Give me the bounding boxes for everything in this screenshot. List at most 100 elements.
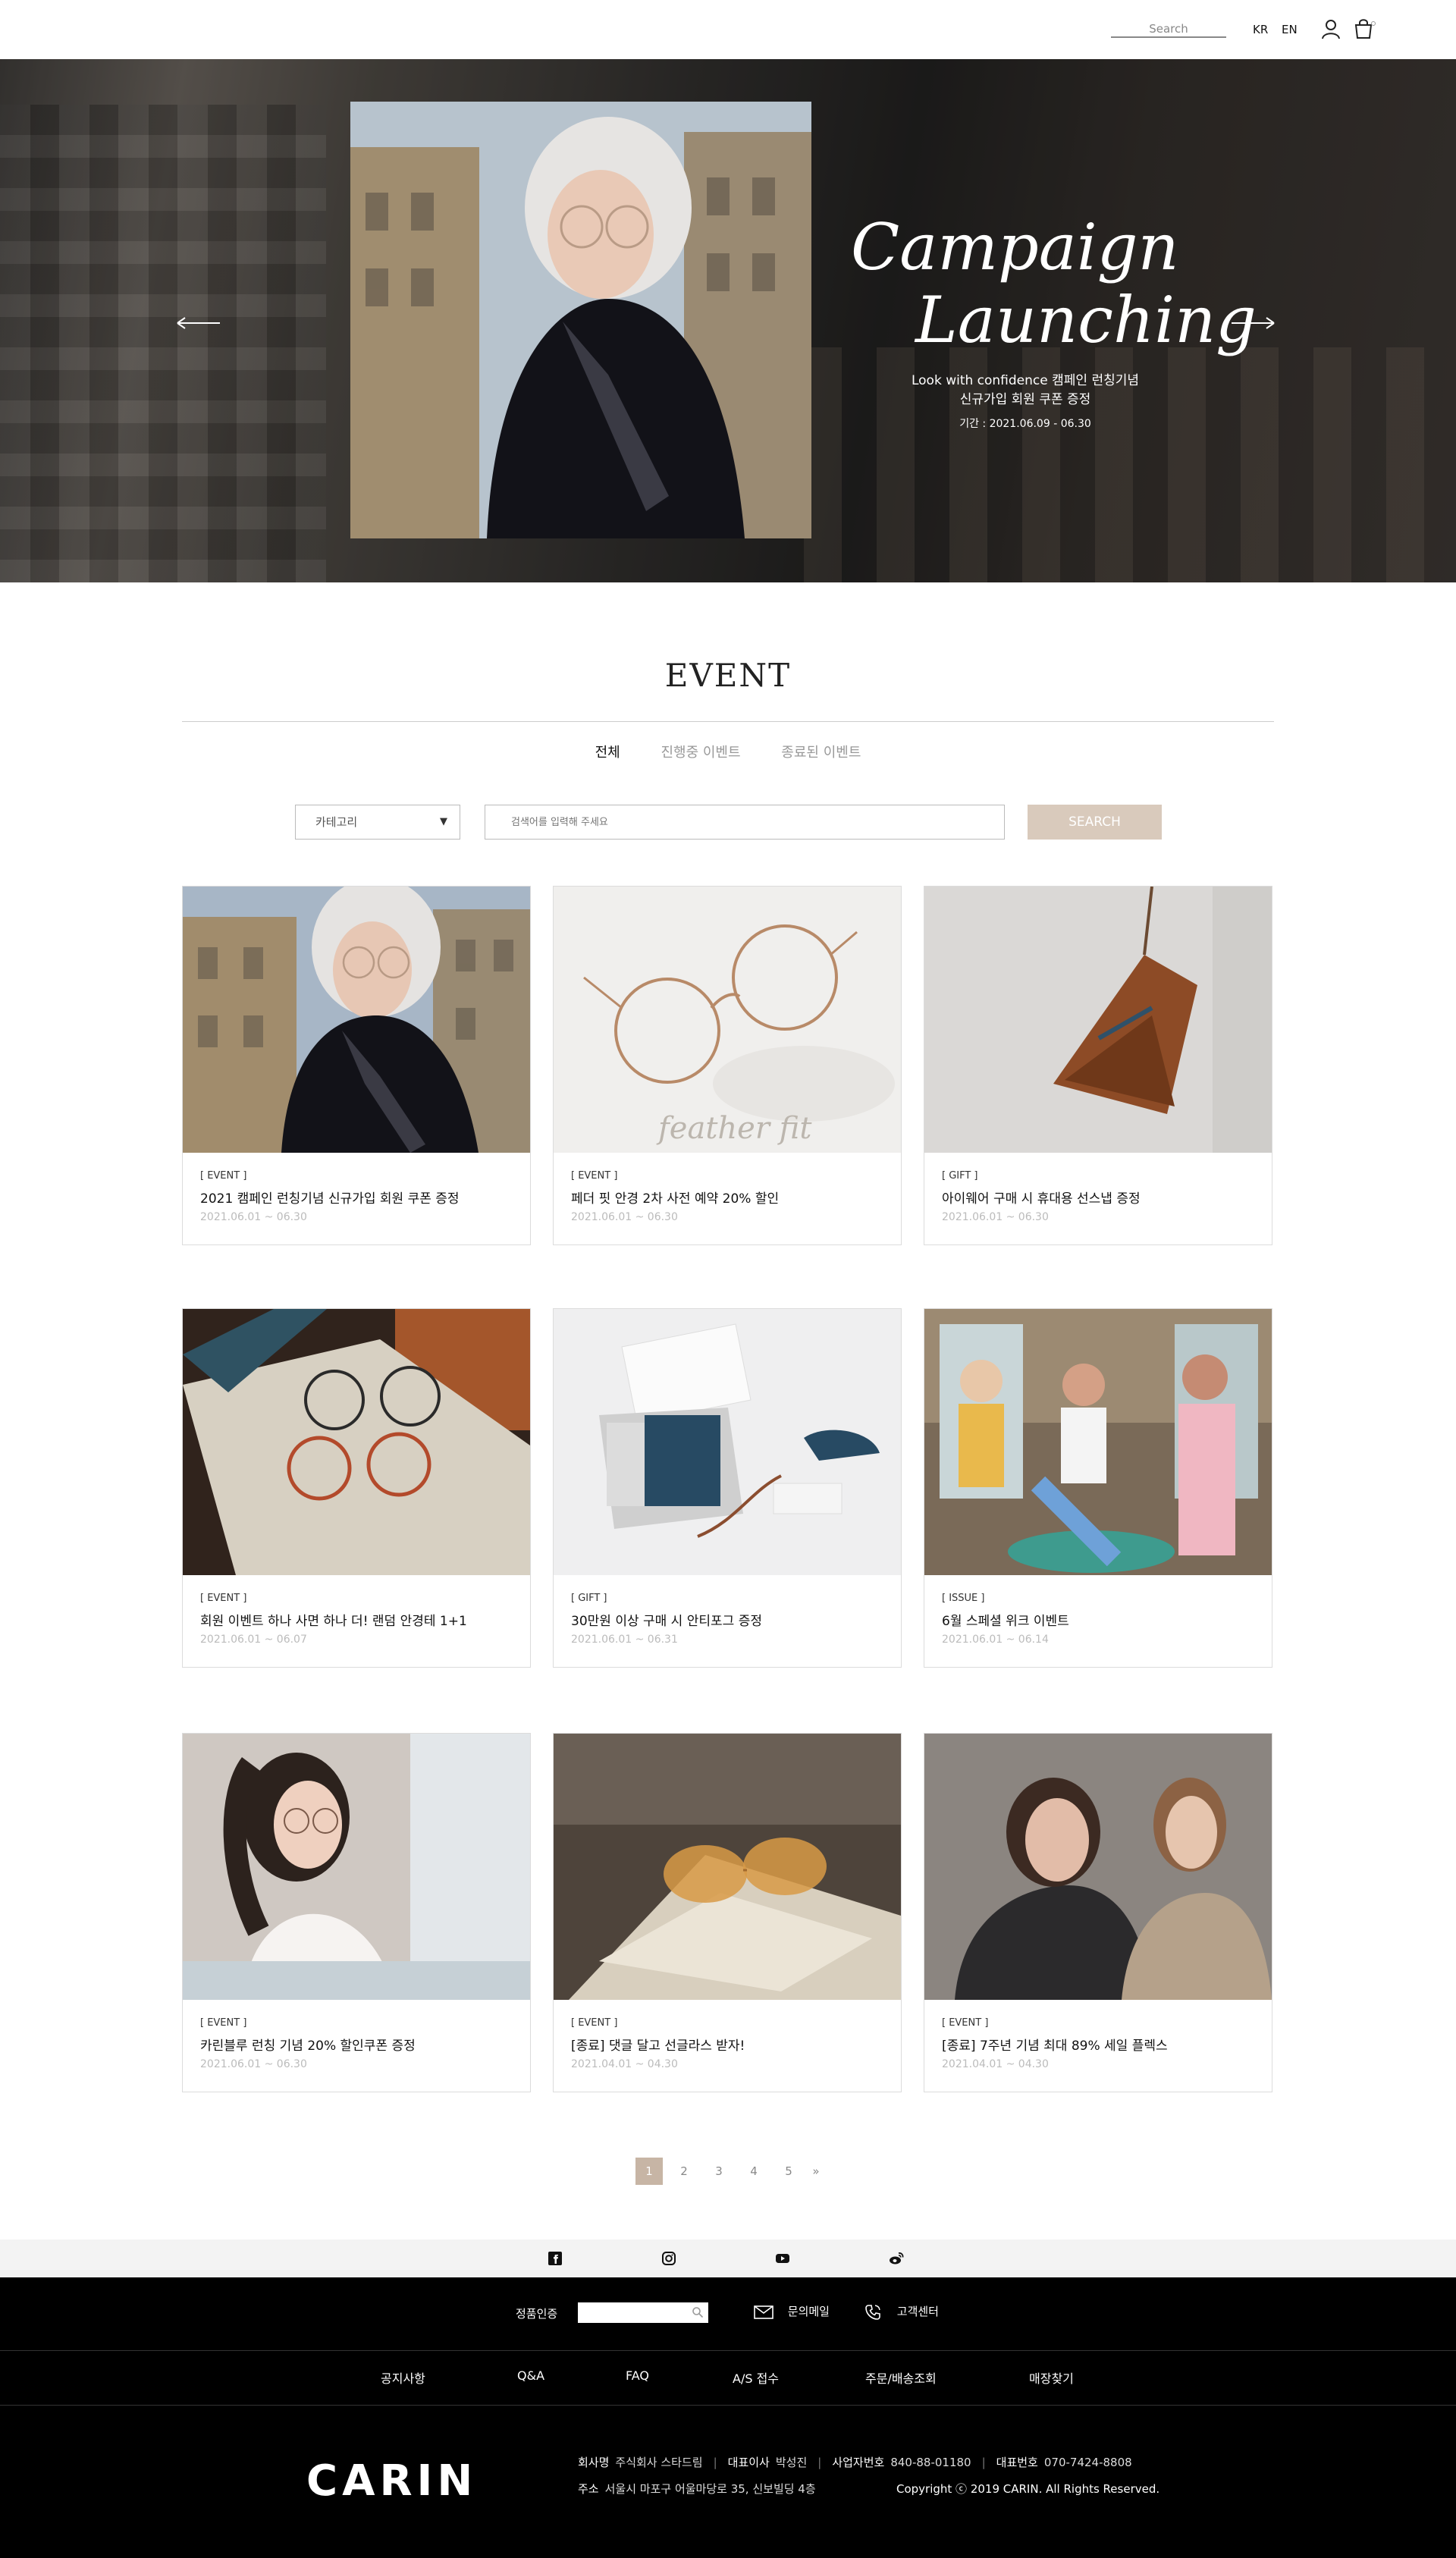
footer-top-row: 정품인증 문의메일 고객센터 bbox=[0, 2277, 1456, 2350]
tab-ongoing[interactable]: 진행중 이벤트 bbox=[661, 742, 740, 761]
inquiry-mail-label: 문의메일 bbox=[787, 2305, 830, 2318]
footer: 정품인증 문의메일 고객센터 공지사항 Q&A FAQ A/S 접수 주문/배송… bbox=[0, 2277, 1456, 2558]
event-card[interactable]: [ GIFT ] 30만원 이상 구매 시 안티포그 증정 2021.06.01… bbox=[553, 1308, 902, 1668]
event-card-title[interactable]: 카린블루 런칭 기념 20% 할인쿠폰 증정 bbox=[200, 2035, 416, 2054]
event-card-image bbox=[924, 1734, 1272, 2000]
user-icon[interactable] bbox=[1321, 18, 1341, 39]
instagram-icon[interactable] bbox=[661, 2250, 677, 2267]
copyright: Copyright ⓒ 2019 CARIN. All Rights Reser… bbox=[896, 2482, 1160, 2496]
tab-ended[interactable]: 종료된 이벤트 bbox=[781, 742, 861, 761]
event-card-date: 2021.06.01 ~ 06.07 bbox=[200, 1634, 307, 1646]
event-card[interactable]: [ EVENT ] 카린블루 런칭 기념 20% 할인쿠폰 증정 2021.06… bbox=[182, 1733, 531, 2092]
event-card-image bbox=[924, 1309, 1272, 1575]
weibo-icon[interactable] bbox=[888, 2250, 905, 2267]
page-5-button[interactable]: 5 bbox=[775, 2158, 802, 2185]
page: Search KR EN Campaign Launching Look wit… bbox=[0, 0, 1456, 2558]
event-card-title[interactable]: [종료] 댓글 달고 선글라스 받자! bbox=[571, 2035, 745, 2054]
cart-icon[interactable] bbox=[1354, 18, 1373, 39]
page-1-button[interactable]: 1 bbox=[635, 2158, 663, 2185]
event-card-category: [ GIFT ] bbox=[942, 1170, 978, 1182]
event-card-date: 2021.04.01 ~ 04.30 bbox=[571, 2058, 678, 2070]
page-4-button[interactable]: 4 bbox=[740, 2158, 767, 2185]
biz-number-key: 사업자번호 bbox=[832, 2456, 885, 2469]
youtube-icon[interactable] bbox=[774, 2250, 791, 2267]
customer-center-link[interactable]: 고객센터 bbox=[864, 2303, 939, 2321]
hero-title-line1: Campaign bbox=[851, 210, 1179, 284]
search-button[interactable]: SEARCH bbox=[1028, 805, 1162, 840]
event-card[interactable]: feather fit [ EVENT ] 페더 핏 안경 2차 사전 예약 2… bbox=[553, 886, 902, 1245]
company-value: 주식회사 스타드림 bbox=[615, 2456, 703, 2469]
cart-count-badge bbox=[1371, 21, 1376, 26]
event-card[interactable]: [ EVENT ] 회원 이벤트 하나 사면 하나 더! 랜덤 안경테 1+1 … bbox=[182, 1308, 531, 1668]
footer-nav-store[interactable]: 매장찾기 bbox=[1029, 2368, 1074, 2387]
hero-period: 기간 : 2021.06.09 - 06.30 bbox=[959, 418, 1091, 430]
event-card-category: [ EVENT ] bbox=[942, 2017, 989, 2029]
caret-down-icon: ▼ bbox=[440, 816, 447, 827]
company-info: 회사명 주식회사 스타드림 | 대표이사 박성진 | 사업자번호 840-88-01180 | 대… bbox=[578, 2456, 1132, 2469]
event-card-title[interactable]: 30만원 이상 구매 시 안티포그 증정 bbox=[571, 1610, 762, 1629]
event-card-category: [ EVENT ] bbox=[200, 1593, 247, 1604]
event-card-date: 2021.06.01 ~ 06.30 bbox=[200, 1211, 307, 1223]
lang-kr-link[interactable]: KR bbox=[1253, 23, 1268, 36]
social-bar bbox=[0, 2239, 1456, 2277]
event-card[interactable]: [ ISSUE ] 6월 스페셜 위크 이벤트 2021.06.01 ~ 06.… bbox=[924, 1308, 1272, 1668]
footer-nav-notice[interactable]: 공지사항 bbox=[381, 2368, 425, 2387]
event-card-date: 2021.06.01 ~ 06.31 bbox=[571, 1634, 678, 1646]
phone-key: 대표번호 bbox=[996, 2456, 1038, 2469]
event-card-category: [ GIFT ] bbox=[571, 1593, 607, 1604]
header-search-input[interactable]: Search bbox=[1111, 20, 1226, 38]
event-card-category: [ EVENT ] bbox=[571, 2017, 618, 2029]
event-tabs: 전체 진행중 이벤트 종료된 이벤트 bbox=[0, 742, 1456, 761]
auth-label: 정품인증 bbox=[516, 2307, 558, 2321]
hero-subtitle: Look with confidence 캠페인 런칭기념 신규가입 회원 쿠폰… bbox=[851, 372, 1200, 410]
tab-all[interactable]: 전체 bbox=[595, 742, 620, 761]
inquiry-mail-link[interactable]: 문의메일 bbox=[754, 2303, 830, 2319]
page-title: EVENT bbox=[664, 657, 792, 694]
company-key: 회사명 bbox=[578, 2456, 610, 2469]
event-card-title[interactable]: [종료] 7주년 기념 최대 89% 세일 플렉스 bbox=[942, 2035, 1168, 2054]
page-3-button[interactable]: 3 bbox=[705, 2158, 733, 2185]
arrow-left-icon[interactable] bbox=[176, 317, 221, 329]
page-2-button[interactable]: 2 bbox=[670, 2158, 698, 2185]
footer-divider bbox=[0, 2350, 1456, 2351]
customer-center-label: 고객센터 bbox=[896, 2305, 939, 2318]
hero-subtitle-line1: Look with confidence 캠페인 런칭기념 bbox=[911, 373, 1140, 388]
address-info: 주소 서울시 마포구 어울마당로 35, 신보빌딩 4층 bbox=[578, 2481, 816, 2497]
ceo-key: 대표이사 bbox=[727, 2456, 770, 2469]
footer-nav-qna[interactable]: Q&A bbox=[517, 2368, 544, 2383]
event-card-category: [ EVENT ] bbox=[571, 1170, 618, 1182]
top-header: Search KR EN bbox=[0, 0, 1456, 59]
footer-nav-as[interactable]: A/S 접수 bbox=[733, 2368, 779, 2387]
event-card-date: 2021.06.01 ~ 06.30 bbox=[200, 2058, 307, 2070]
event-card-image bbox=[554, 1734, 901, 2000]
search-icon[interactable] bbox=[692, 2306, 704, 2318]
event-card[interactable]: [ EVENT ] [종료] 7주년 기념 최대 89% 세일 플렉스 2021… bbox=[924, 1733, 1272, 2092]
event-card-image bbox=[183, 1734, 530, 2000]
event-card-title[interactable]: 페더 핏 안경 2차 사전 예약 20% 할인 bbox=[571, 1188, 779, 1207]
event-card-title[interactable]: 2021 캠페인 런칭기념 신규가입 회원 쿠폰 증정 bbox=[200, 1188, 460, 1207]
event-card-title[interactable]: 6월 스페셜 위크 이벤트 bbox=[942, 1610, 1069, 1629]
lang-en-link[interactable]: EN bbox=[1282, 23, 1298, 36]
event-card-title[interactable]: 회원 이벤트 하나 사면 하나 더! 랜덤 안경테 1+1 bbox=[200, 1610, 467, 1629]
footer-nav-faq[interactable]: FAQ bbox=[626, 2368, 649, 2383]
event-card[interactable]: [ GIFT ] 아이웨어 구매 시 휴대용 선스냅 증정 2021.06.01… bbox=[924, 886, 1272, 1245]
event-card[interactable]: [ EVENT ] 2021 캠페인 런칭기념 신규가입 회원 쿠폰 증정 20… bbox=[182, 886, 531, 1245]
category-select[interactable]: 카테고리 ▼ bbox=[295, 805, 460, 840]
hero-title-line2: Launching bbox=[915, 283, 1257, 357]
event-card-category: [ EVENT ] bbox=[200, 1170, 247, 1182]
event-card[interactable]: [ EVENT ] [종료] 댓글 달고 선글라스 받자! 2021.04.01… bbox=[553, 1733, 902, 2092]
feather-fit-wordmark: feather fit bbox=[656, 1111, 812, 1146]
footer-nav-order[interactable]: 주문/배송조회 bbox=[865, 2368, 937, 2387]
event-card-category: [ EVENT ] bbox=[200, 2017, 247, 2029]
event-card-title[interactable]: 아이웨어 구매 시 휴대용 선스냅 증정 bbox=[942, 1188, 1141, 1207]
next-page-button[interactable]: » bbox=[802, 2158, 830, 2185]
event-search-input[interactable] bbox=[485, 805, 1005, 840]
address-value: 서울시 마포구 어울마당로 35, 신보빌딩 4층 bbox=[604, 2482, 816, 2496]
facebook-icon[interactable] bbox=[547, 2250, 563, 2267]
auth-input[interactable] bbox=[578, 2302, 708, 2323]
hero-model-photo bbox=[350, 102, 811, 538]
category-select-label: 카테고리 bbox=[315, 815, 358, 829]
event-card-date: 2021.04.01 ~ 04.30 bbox=[942, 2058, 1049, 2070]
event-card-image bbox=[183, 887, 530, 1153]
hero-subtitle-line2: 신규가입 회원 쿠폰 증정 bbox=[959, 392, 1091, 407]
